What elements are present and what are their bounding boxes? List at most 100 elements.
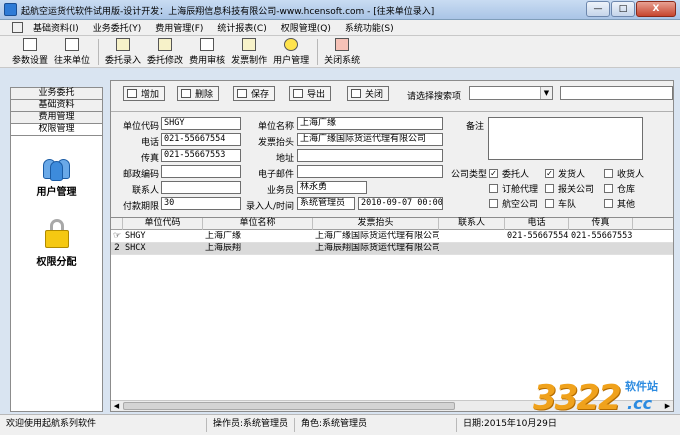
cell-fax[interactable]: 021-55667553: [569, 231, 633, 243]
menu-reports[interactable]: 统计报表(C): [210, 21, 273, 34]
scroll-left-icon[interactable]: ◀: [111, 401, 122, 411]
nav-tab-basic-data[interactable]: 基础资料: [11, 100, 102, 112]
toolbar-audit-button[interactable]: 费用审核: [187, 36, 227, 66]
type-customs-checkbox[interactable]: 报关公司: [545, 182, 594, 195]
menu-business[interactable]: 业务委托(Y): [86, 21, 149, 34]
code-field[interactable]: SHGY: [161, 117, 241, 130]
grid-col-phone[interactable]: 电话: [505, 218, 569, 230]
window-title: 起航空运货代软件试用版-设计开发：上海辰翔信息科技有限公司-www.hcenso…: [21, 7, 435, 17]
menu-permissions[interactable]: 权限管理(Q): [274, 21, 338, 34]
status-welcome: 欢迎使用起航系列软件: [2, 418, 207, 432]
toolbar-edit-button[interactable]: 委托修改: [145, 36, 185, 66]
type-warehouse-checkbox[interactable]: 仓库: [604, 182, 635, 195]
grid-col-fax[interactable]: 传真: [569, 218, 633, 230]
recorder-field[interactable]: 系统管理员: [297, 197, 355, 210]
type-airline-checkbox[interactable]: 航空公司: [489, 197, 538, 210]
grid-col-contact[interactable]: 联系人: [439, 218, 505, 230]
cell-contact[interactable]: [439, 231, 505, 243]
search-input[interactable]: [560, 86, 673, 100]
checkbox-box: [489, 184, 498, 193]
grid-col-invoice[interactable]: 发票抬头: [313, 218, 439, 230]
menu-system[interactable]: 系统功能(S): [338, 21, 401, 34]
maximize-button[interactable]: □: [611, 1, 635, 17]
nav-user-management[interactable]: 用户管理: [11, 153, 102, 198]
scrollbar-thumb[interactable]: [123, 402, 455, 410]
chevron-down-icon[interactable]: ▼: [540, 87, 552, 99]
toolbar-users-button[interactable]: 用户管理: [271, 36, 311, 66]
menu-basic-data[interactable]: 基础资料(I): [26, 21, 86, 34]
menu-bar: 基础资料(I) 业务委托(Y) 费用管理(F) 统计报表(C) 权限管理(Q) …: [0, 20, 680, 36]
search-field-select[interactable]: ▼: [469, 86, 553, 100]
type-fleet-checkbox[interactable]: 车队: [545, 197, 576, 210]
add-button[interactable]: 增加: [123, 86, 166, 101]
status-role: 角色:系统管理员: [297, 418, 457, 432]
left-nav-panel: 业务委托 基础资料 费用管理 权限管理 用户管理 权限分配: [10, 87, 103, 412]
cell-name[interactable]: 上海辰翔: [203, 243, 313, 255]
name-field[interactable]: 上海广缘: [297, 117, 443, 130]
toolbar-entry-button[interactable]: 委托录入: [103, 36, 143, 66]
fax-field[interactable]: 021-55667553: [161, 149, 241, 162]
address-field[interactable]: [297, 149, 443, 162]
toolbar-contacts-button[interactable]: 往来单位: [52, 36, 92, 66]
cell-phone[interactable]: [505, 243, 569, 255]
delete-button[interactable]: 删除: [177, 86, 220, 101]
phone-field[interactable]: 021-55667554: [161, 133, 241, 146]
minimize-button[interactable]: —: [586, 1, 610, 17]
payterm-field[interactable]: 30: [161, 197, 241, 210]
cell-phone[interactable]: 021-55667554: [505, 231, 569, 243]
save-button[interactable]: 保存: [233, 86, 276, 101]
cell-fax[interactable]: [569, 243, 633, 255]
type-other-checkbox[interactable]: 其他: [604, 197, 635, 210]
table-row[interactable]: 2 SHCX 上海辰翔 上海辰翔国际货运代理有限公司: [111, 243, 673, 255]
nav-entry-label: 用户管理: [36, 187, 77, 198]
zip-field[interactable]: [161, 165, 241, 178]
checkbox-label: 订舱代理: [502, 185, 539, 195]
record-time-field[interactable]: 2010-09-07 00:00:: [358, 197, 443, 210]
invoice-field[interactable]: 上海广缘国际货运代理有限公司: [297, 133, 443, 146]
checkbox-box: [604, 184, 613, 193]
close-form-label: 关闭: [365, 90, 384, 100]
grid-indicator-header: [111, 218, 123, 230]
cell-contact[interactable]: [439, 243, 505, 255]
nav-permission-assign[interactable]: 权限分配: [11, 219, 102, 268]
close-form-icon: [351, 89, 361, 98]
nav-tab-fees[interactable]: 费用管理: [11, 112, 102, 124]
toolbar-label: 费用审核: [189, 56, 226, 66]
type-client-checkbox[interactable]: ✓ 委托人: [489, 167, 529, 180]
mdi-window-icon[interactable]: [12, 22, 23, 33]
nav-tab-business[interactable]: 业务委托: [11, 88, 102, 100]
toolbar-settings-button[interactable]: 参数设置: [10, 36, 50, 66]
toolbar-invoice-button[interactable]: 发票制作: [229, 36, 269, 66]
remark-field[interactable]: [488, 117, 643, 160]
salesman-field[interactable]: 林永勇: [297, 181, 367, 194]
grid-col-code[interactable]: 单位代码: [123, 218, 203, 230]
fax-label: 传真: [140, 154, 159, 164]
add-label: 增加: [141, 90, 160, 100]
checkbox-box: [545, 184, 554, 193]
cell-name[interactable]: 上海广缘: [203, 231, 313, 243]
action-bar: 增加 删除 保存 导出 关闭 请选择搜索项 ▼: [111, 81, 673, 109]
contact-field[interactable]: [161, 181, 241, 194]
cell-invoice[interactable]: 上海辰翔国际货运代理有限公司: [313, 243, 439, 255]
checkbox-label: 其他: [617, 200, 636, 210]
table-row[interactable]: ☞ SHGY 上海广缘 上海广缘国际货运代理有限公司 021-55667554 …: [111, 231, 673, 243]
menu-fees[interactable]: 费用管理(F): [148, 21, 210, 34]
cell-code[interactable]: SHGY: [123, 231, 203, 243]
type-shipper-checkbox[interactable]: ✓ 发货人: [545, 167, 585, 180]
cell-invoice[interactable]: 上海广缘国际货运代理有限公司: [313, 231, 439, 243]
toolbar-exit-button[interactable]: 关闭系统: [322, 36, 362, 66]
close-form-button[interactable]: 关闭: [347, 86, 390, 101]
type-booking-agent-checkbox[interactable]: 订舱代理: [489, 182, 538, 195]
close-window-button[interactable]: X: [636, 1, 676, 17]
grid-col-name[interactable]: 单位名称: [203, 218, 313, 230]
checkbox-box: [604, 199, 613, 208]
search-label: 请选择搜索项: [407, 92, 462, 102]
title-bar: 起航空运货代软件试用版-设计开发：上海辰翔信息科技有限公司-www.hcenso…: [0, 0, 680, 20]
cell-code[interactable]: SHCX: [123, 243, 203, 255]
export-button[interactable]: 导出: [289, 86, 332, 101]
nav-tab-permissions[interactable]: 权限管理: [11, 124, 102, 136]
toolbar-label: 往来单位: [54, 56, 91, 66]
type-consignee-checkbox[interactable]: 收货人: [604, 167, 644, 180]
toolbar-separator: [98, 39, 100, 65]
email-field[interactable]: [297, 165, 443, 178]
